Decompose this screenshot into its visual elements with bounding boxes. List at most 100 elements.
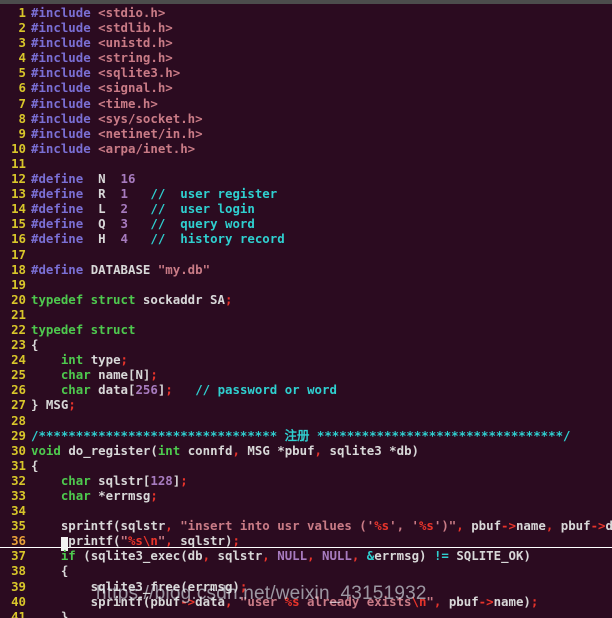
code-text[interactable]: } <box>31 609 68 618</box>
line-number: 40 <box>11 593 26 609</box>
code-text[interactable]: } MSG; <box>31 397 76 412</box>
code-text[interactable]: char data[256]; // password or word <box>31 382 337 397</box>
code-text[interactable]: #include <string.h> <box>31 50 173 65</box>
line-number: 37 <box>11 548 26 564</box>
code-line[interactable]: 18 #define DATABASE "my.db" <box>0 262 612 277</box>
code-text[interactable]: #define L 2 // user login <box>31 201 255 216</box>
line-number: 9 <box>18 125 26 141</box>
line-number: 4 <box>18 50 26 66</box>
code-text[interactable]: #include <stdlib.h> <box>31 20 173 35</box>
line-number: 35 <box>11 518 26 534</box>
code-text[interactable]: #define Q 3 // query word <box>31 216 255 231</box>
line-number: 11 <box>11 155 26 171</box>
code-text[interactable]: #include <sys/socket.h> <box>31 111 203 126</box>
code-text[interactable]: #include <sqlite3.h> <box>31 65 180 80</box>
line-number: 2 <box>18 20 26 36</box>
code-line[interactable]: 11 <box>0 156 612 171</box>
code-line[interactable]: 3 #include <unistd.h> <box>0 35 612 50</box>
line-number: 23 <box>11 337 26 353</box>
code-line[interactable]: 37 if (sqlite3_exec(db, sqlstr, NULL, NU… <box>0 548 612 563</box>
code-line[interactable]: 10 #include <arpa/inet.h> <box>0 141 612 156</box>
code-line[interactable]: 6 #include <signal.h> <box>0 80 612 95</box>
code-line[interactable]: 28 <box>0 413 612 428</box>
code-text[interactable]: { <box>31 337 38 352</box>
code-line[interactable]: 17 <box>0 247 612 262</box>
code-text[interactable]: char sqlstr[128]; <box>31 473 188 488</box>
code-text[interactable]: #include <signal.h> <box>31 80 173 95</box>
code-line[interactable]: 4 #include <string.h> <box>0 50 612 65</box>
code-line[interactable]: 9 #include <netinet/in.h> <box>0 126 612 141</box>
line-number: 6 <box>18 80 26 96</box>
line-number: 12 <box>11 171 26 187</box>
line-number: 8 <box>18 110 26 126</box>
code-line[interactable]: 32 char sqlstr[128]; <box>0 473 612 488</box>
code-line[interactable]: 23 { <box>0 337 612 352</box>
code-line-cursor[interactable]: 36 printf("%s\n", sqlstr); <box>0 533 612 552</box>
code-text[interactable]: #include <unistd.h> <box>31 35 173 50</box>
code-text[interactable]: typedef struct <box>31 322 135 337</box>
code-line[interactable]: 7 #include <time.h> <box>0 96 612 111</box>
line-number: 41 <box>11 608 26 618</box>
code-text[interactable]: #define N 16 <box>31 171 135 186</box>
code-text[interactable]: { <box>31 458 38 473</box>
code-text[interactable]: #define R 1 // user register <box>31 186 277 201</box>
code-text[interactable]: #include <netinet/in.h> <box>31 126 203 141</box>
code-text[interactable]: #define H 4 // history record <box>31 231 285 246</box>
code-line[interactable]: 33 char *errmsg; <box>0 488 612 503</box>
line-number: 19 <box>11 276 26 292</box>
code-line[interactable]: 26 char data[256]; // password or word <box>0 382 612 397</box>
code-line[interactable]: 29 /******************************** 注册 *… <box>0 428 612 443</box>
code-text[interactable]: sprintf(pbuf->data, "user %s already exi… <box>31 594 539 609</box>
code-text[interactable]: sprintf(sqlstr, "insert into usr values … <box>31 518 612 533</box>
code-line[interactable]: 20 typedef struct sockaddr SA; <box>0 292 612 307</box>
code-line[interactable]: 35 sprintf(sqlstr, "insert into usr valu… <box>0 518 612 533</box>
code-line[interactable]: 13 #define R 1 // user register <box>0 186 612 201</box>
code-line[interactable]: 24 int type; <box>0 352 612 367</box>
code-text[interactable]: printf("%s\n", sqlstr); <box>31 533 240 552</box>
code-text[interactable]: typedef struct sockaddr SA; <box>31 292 232 307</box>
terminal-window: 1 #include <stdio.h> 2 #include <stdlib.h>… <box>0 0 612 618</box>
code-line[interactable]: 30 void do_register(int connfd, MSG *pbuf… <box>0 443 612 458</box>
line-number: 14 <box>11 201 26 217</box>
code-line[interactable]: 1 #include <stdio.h> <box>0 5 612 20</box>
code-line[interactable]: 39 sqlite3_free(errmsg); <box>0 579 612 594</box>
line-number: 13 <box>11 186 26 202</box>
code-text[interactable]: #include <arpa/inet.h> <box>31 141 195 156</box>
code-text[interactable]: #include <time.h> <box>31 96 158 111</box>
code-line[interactable]: 41 } <box>0 609 612 618</box>
code-line[interactable]: 21 <box>0 307 612 322</box>
code-line[interactable]: 31 { <box>0 458 612 473</box>
line-number: 39 <box>11 578 26 594</box>
line-number: 36 <box>11 533 26 549</box>
code-text[interactable]: #include <stdio.h> <box>31 5 165 20</box>
line-number: 1 <box>18 5 26 20</box>
code-text[interactable]: #define DATABASE "my.db" <box>31 262 210 277</box>
code-line[interactable]: 8 #include <sys/socket.h> <box>0 111 612 126</box>
code-line[interactable]: 27 } MSG; <box>0 397 612 412</box>
code-text[interactable]: { <box>31 563 68 578</box>
code-line[interactable]: 2 #include <stdlib.h> <box>0 20 612 35</box>
code-text[interactable]: char name[N]; <box>31 367 158 382</box>
code-text[interactable]: char *errmsg; <box>31 488 158 503</box>
code-text[interactable]: /******************************** 注册 ***… <box>31 428 571 443</box>
code-line[interactable]: 19 <box>0 277 612 292</box>
code-line[interactable]: 15 #define Q 3 // query word <box>0 216 612 231</box>
code-text[interactable]: void do_register(int connfd, MSG *pbuf, … <box>31 443 419 458</box>
code-line[interactable]: 16 #define H 4 // history record <box>0 231 612 246</box>
line-number: 27 <box>11 397 26 413</box>
code-editor[interactable]: 1 #include <stdio.h> 2 #include <stdlib.h>… <box>0 4 612 618</box>
code-line[interactable]: 22 typedef struct <box>0 322 612 337</box>
code-text[interactable]: sqlite3_free(errmsg); <box>31 579 248 594</box>
line-number: 34 <box>11 503 26 519</box>
code-text[interactable]: if (sqlite3_exec(db, sqlstr, NULL, NULL,… <box>31 548 531 563</box>
line-number: 21 <box>11 306 26 322</box>
line-number: 17 <box>11 246 26 262</box>
code-line[interactable]: 34 <box>0 503 612 518</box>
code-line[interactable]: 38 { <box>0 563 612 578</box>
code-line[interactable]: 14 #define L 2 // user login <box>0 201 612 216</box>
code-text[interactable]: int type; <box>31 352 128 367</box>
code-line[interactable]: 25 char name[N]; <box>0 367 612 382</box>
code-line[interactable]: 40 sprintf(pbuf->data, "user %s already … <box>0 594 612 609</box>
code-line[interactable]: 5 #include <sqlite3.h> <box>0 65 612 80</box>
code-line[interactable]: 12 #define N 16 <box>0 171 612 186</box>
